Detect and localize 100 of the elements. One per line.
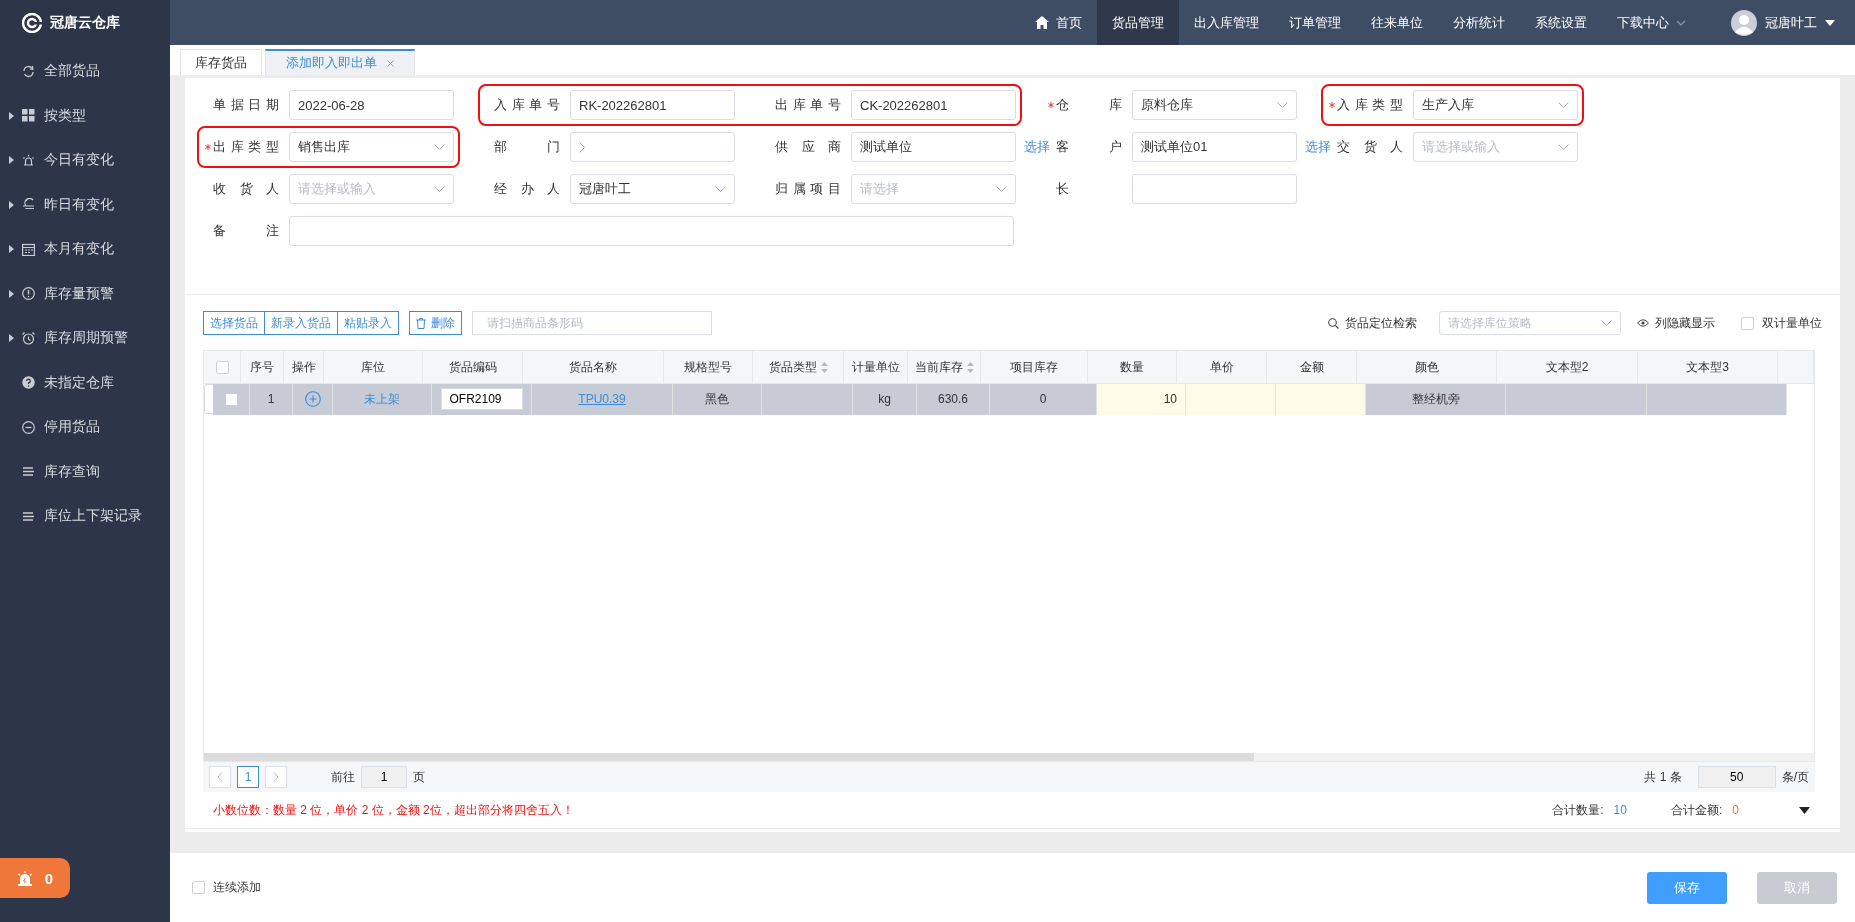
nav-tab[interactable]: 分析统计: [1438, 0, 1520, 45]
menu-icon: [22, 64, 35, 78]
select-field[interactable]: 冠唐叶工: [570, 174, 735, 204]
expand-arrow-icon[interactable]: [9, 156, 14, 165]
total-amount-label: 合计金额:: [1670, 801, 1723, 819]
sidebar-item[interactable]: 昨日有变化: [0, 182, 170, 227]
menu-icon: [22, 109, 35, 123]
nav-tab[interactable]: 订单管理: [1274, 0, 1356, 45]
field-label: 入库单号: [494, 96, 560, 114]
table-cell: 整经机旁: [1366, 383, 1506, 415]
close-icon[interactable]: [387, 59, 394, 67]
sort-icon[interactable]: [820, 361, 828, 373]
goto-label: 前往: [331, 768, 355, 786]
horizontal-scrollbar[interactable]: [204, 753, 1814, 761]
select-field[interactable]: [570, 132, 735, 162]
text-field[interactable]: [1132, 174, 1297, 204]
next-page-button[interactable]: [265, 766, 287, 788]
nav-tab[interactable]: 货品管理: [1097, 0, 1179, 45]
add-icon[interactable]: [304, 391, 321, 407]
nav-tab[interactable]: 出入库管理: [1179, 0, 1274, 45]
continue-add-checkbox[interactable]: 连续添加: [192, 879, 261, 896]
chevron-down-icon: [715, 186, 726, 192]
dual-unit-checkbox[interactable]: 双计量单位: [1741, 314, 1822, 332]
nav-tab[interactable]: 系统设置: [1520, 0, 1602, 45]
field-label: 出库类型: [213, 138, 279, 156]
chevron-down-icon: [1558, 102, 1569, 108]
locate-link[interactable]: 货品定位检索: [1328, 314, 1417, 332]
select-field[interactable]: 生产入库: [1413, 90, 1578, 120]
expand-arrow-icon[interactable]: [9, 334, 14, 343]
table-cell: 630.6: [917, 383, 990, 415]
user-name[interactable]: 冠唐叶工: [1765, 13, 1817, 32]
chevron-down-icon: [434, 144, 445, 150]
sidebar-item[interactable]: 今日有变化: [0, 138, 170, 183]
home-icon: [1035, 16, 1049, 29]
text-field[interactable]: 测试单位: [851, 132, 1016, 162]
logo-icon: [22, 12, 42, 33]
expand-arrow-icon[interactable]: [9, 200, 14, 209]
page-field[interactable]: 1: [361, 766, 407, 788]
field-label: 部门: [494, 138, 560, 156]
code-field[interactable]: OFR2109: [440, 388, 523, 410]
chevron-down-icon: [996, 186, 1007, 192]
menu-icon: [22, 509, 35, 523]
sidebar-item[interactable]: 库存量预警: [0, 271, 170, 316]
toolbar-button[interactable]: 新录入货品: [265, 311, 338, 335]
sort-icon[interactable]: [966, 361, 974, 373]
eye-icon: [1637, 319, 1649, 327]
select-all-checkbox[interactable]: [215, 360, 229, 374]
barcode-scan-field[interactable]: 请扫描商品条形码: [472, 311, 712, 335]
app-name: 冠唐云仓库: [50, 13, 120, 32]
text-field[interactable]: CK-202262801: [851, 90, 1016, 120]
chevron-down-icon: [1558, 144, 1569, 150]
prev-page-button[interactable]: [209, 766, 231, 788]
caret-down-icon[interactable]: [1799, 806, 1810, 814]
field-label: 出库单号: [775, 96, 841, 114]
expand-arrow-icon[interactable]: [9, 111, 14, 120]
field-label: 入库类型: [1337, 96, 1403, 114]
sidebar-item[interactable]: 未指定仓库: [0, 360, 170, 405]
toolbar-button[interactable]: 选择货品: [203, 311, 265, 335]
sidebar-item[interactable]: 停用货品: [0, 405, 170, 450]
expand-arrow-icon[interactable]: [9, 245, 14, 254]
chevron-down-icon: [1601, 320, 1612, 326]
sidebar-item[interactable]: 库存查询: [0, 449, 170, 494]
choose-link[interactable]: 选择: [1305, 138, 1331, 156]
nav-tab[interactable]: 往来单位: [1356, 0, 1438, 45]
menu-icon: [22, 420, 35, 434]
field-label: 客户: [1056, 138, 1122, 156]
avatar-icon[interactable]: [1731, 9, 1757, 36]
sidebar-item[interactable]: 按类型: [0, 93, 170, 138]
select-field[interactable]: 原料仓库: [1132, 90, 1297, 120]
sidebar-item[interactable]: 全部货品: [0, 49, 170, 94]
delete-button[interactable]: 删除: [409, 311, 462, 335]
total-count: 共 1 条: [1644, 768, 1682, 786]
text-field[interactable]: 2022-06-28: [289, 90, 454, 120]
toolbar-button[interactable]: 粘贴录入: [338, 311, 399, 335]
decimal-note: 小数位数：数量 2 位，单价 2 位，金额 2位，超出部分将四舍五入！: [213, 801, 574, 819]
field-label: 备注: [213, 222, 279, 240]
menu-icon: [22, 331, 35, 345]
field-label: 交货人: [1337, 138, 1403, 156]
trash-icon: [416, 317, 426, 329]
expand-arrow-icon[interactable]: [9, 289, 14, 298]
page-tab[interactable]: 库存货品: [180, 49, 262, 75]
remark-field[interactable]: [289, 216, 1014, 246]
nav-tab[interactable]: 下载中心: [1602, 0, 1701, 45]
page-number[interactable]: 1: [237, 766, 259, 788]
select-field[interactable]: 销售出库: [289, 132, 454, 162]
choose-link[interactable]: 选择: [1024, 138, 1050, 156]
page-size-unit: 条/页: [1781, 768, 1809, 786]
menu-icon: [22, 287, 35, 301]
text-field[interactable]: RK-202262801: [570, 90, 735, 120]
nav-tab[interactable]: 首页: [1020, 0, 1097, 45]
page-size-field[interactable]: 50: [1697, 766, 1776, 788]
sidebar-item[interactable]: 库存周期预警: [0, 316, 170, 361]
caret-down-icon[interactable]: [1825, 19, 1835, 26]
column-visibility-link[interactable]: 列隐藏显示: [1637, 314, 1715, 332]
text-field[interactable]: 测试单位01: [1132, 132, 1297, 162]
sidebar-item[interactable]: 库位上下架记录: [0, 494, 170, 539]
chevron-down-icon: [434, 186, 445, 192]
chevron-left-icon: [217, 772, 223, 782]
sidebar-item[interactable]: 本月有变化: [0, 227, 170, 272]
row-checkbox[interactable]: [224, 392, 238, 406]
